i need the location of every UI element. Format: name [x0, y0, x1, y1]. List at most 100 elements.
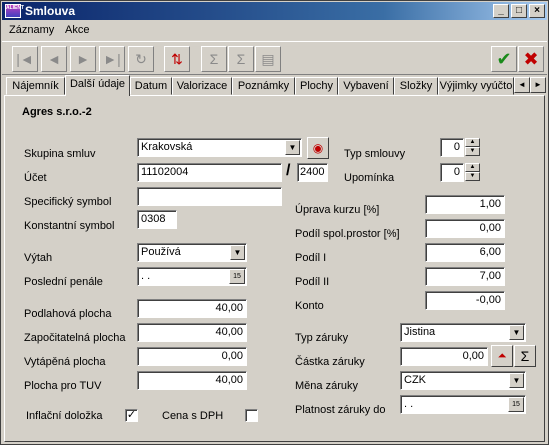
tab-slozky[interactable]: Složky	[394, 77, 438, 95]
spin-up-icon[interactable]: ▲	[465, 163, 480, 172]
tab-plochy[interactable]: Plochy	[295, 77, 338, 95]
skupina-smluv-label: Skupina smluv	[24, 148, 96, 160]
sum-icon[interactable]: Σ	[201, 46, 227, 72]
typ-smlouvy-field[interactable]: 0	[440, 138, 464, 157]
spin-down-icon[interactable]: ▼	[465, 147, 480, 156]
uprava-kurzu-field[interactable]: 1,00	[425, 195, 505, 214]
title-bar[interactable]: ALIENT Smlouva _ □ ×	[2, 2, 547, 20]
cancel-button[interactable]: ✖	[518, 46, 544, 72]
skupina-smluv-combo[interactable]: Krakovská ▼	[137, 138, 302, 157]
skupina-smluv-value: Krakovská	[141, 141, 193, 153]
vytah-label: Výtah	[24, 252, 53, 264]
sort-icon[interactable]: ⇅	[164, 46, 190, 72]
zapocitatelna-plocha-field[interactable]: 40,00	[137, 323, 247, 342]
platnost-zaruky-field[interactable]: . . 15	[400, 395, 526, 414]
ucet-label: Účet	[24, 172, 47, 184]
next-record-icon[interactable]: ►	[70, 46, 96, 72]
tab-datum[interactable]: Datum	[130, 77, 172, 95]
ucet-separator: /	[286, 162, 291, 179]
podil-ii-field[interactable]: 7,00	[425, 267, 505, 286]
close-button[interactable]: ×	[529, 4, 545, 18]
sum-icon[interactable]: Σ	[514, 345, 536, 367]
typ-zaruky-combo[interactable]: Jistina ▼	[400, 323, 526, 342]
upominka-spinner[interactable]: ▲ ▼	[465, 163, 480, 182]
app-icon: ALIENT	[5, 4, 24, 18]
previous-record-icon[interactable]: ◄	[41, 46, 67, 72]
mena-zaruky-combo[interactable]: CZK ▼	[400, 371, 526, 390]
tab-scroll-right[interactable]: ►	[530, 77, 546, 93]
calendar-icon[interactable]: 15	[508, 397, 524, 412]
chevron-down-icon[interactable]: ▼	[509, 373, 524, 388]
bank-code-field[interactable]: 2400	[297, 163, 328, 182]
upominka-label: Upomínka	[344, 172, 395, 184]
specificky-symbol-field[interactable]	[137, 187, 282, 206]
maximize-button[interactable]: □	[511, 4, 527, 18]
tab-scroll-left[interactable]: ◄	[514, 77, 530, 93]
plocha-tuv-field[interactable]: 40,00	[137, 371, 247, 390]
posledni-penale-field[interactable]: . . 15	[137, 267, 247, 286]
castka-zaruky-label: Částka záruky	[295, 356, 365, 368]
platnost-zaruky-value: . .	[404, 398, 414, 410]
konstantni-symbol-field[interactable]: 0308	[137, 210, 177, 229]
cena-s-dph-label: Cena s DPH	[162, 410, 224, 422]
toolbar: |◄ ◄ ► ►| ↻ ⇅ Σ Σ ▤ ✔ ✖	[2, 41, 547, 75]
first-record-icon[interactable]: |◄	[12, 46, 38, 72]
cena-s-dph-checkbox[interactable]	[245, 409, 258, 422]
inflacni-dolozka-checkbox[interactable]: ✓	[125, 409, 138, 422]
tab-dalsi-udaje[interactable]: Další údaje	[65, 75, 130, 96]
podil-i-field[interactable]: 6,00	[425, 243, 505, 262]
dalsi-udaje-panel: Agres s.r.o.-2 Skupina smluv Krakovská ▼…	[4, 95, 545, 442]
menu-zaznamy[interactable]: Záznamy	[9, 24, 54, 36]
tab-najemnik[interactable]: Nájemník	[6, 77, 65, 95]
podlahova-plocha-field[interactable]: 40,00	[137, 299, 247, 318]
posledni-penale-value: . .	[141, 270, 151, 282]
vytapena-plocha-label: Vytápěná plocha	[24, 356, 106, 368]
podil-i-label: Podíl I	[295, 252, 327, 264]
last-record-icon[interactable]: ►|	[99, 46, 125, 72]
upominka-field[interactable]: 0	[440, 163, 464, 182]
tab-vyjimky-vyuctovani[interactable]: Výjimky vyúčto	[438, 77, 514, 95]
typ-zaruky-label: Typ záruky	[295, 332, 349, 344]
konto-label: Konto	[295, 300, 324, 312]
podil-ii-label: Podíl II	[295, 276, 330, 288]
company-name: Agres s.r.o.-2	[22, 106, 92, 118]
tab-poznamky[interactable]: Poznámky	[232, 77, 295, 95]
spin-up-icon[interactable]: ▲	[465, 138, 480, 147]
posledni-penale-label: Poslední penále	[24, 276, 103, 288]
menu-bar: Záznamy Akce	[2, 21, 547, 39]
konto-field: -0,00	[425, 291, 505, 310]
subtotal-icon[interactable]: Σ	[228, 46, 254, 72]
calendar-icon[interactable]: 15	[229, 269, 245, 284]
copy-icon[interactable]: ▤	[255, 46, 281, 72]
smlouva-window: ALIENT Smlouva _ □ × Záznamy Akce |◄ ◄ ►…	[0, 0, 549, 445]
window-title: Smlouva	[25, 4, 76, 18]
castka-zaruky-field[interactable]: 0,00	[400, 347, 488, 366]
chevron-down-icon[interactable]: ▼	[509, 325, 524, 340]
vytah-combo[interactable]: Používá ▼	[137, 243, 247, 262]
podil-spol-label: Podíl spol.prostor [%]	[295, 228, 400, 240]
ok-button[interactable]: ✔	[491, 46, 517, 72]
zapocitatelna-plocha-label: Započitatelná plocha	[24, 332, 126, 344]
tab-valorizace[interactable]: Valorizace	[172, 77, 232, 95]
minimize-button[interactable]: _	[493, 4, 509, 18]
chevron-down-icon[interactable]: ▼	[230, 245, 245, 260]
uprava-kurzu-label: Úprava kurzu [%]	[295, 204, 380, 216]
chart-icon[interactable]: ⏶	[491, 345, 513, 367]
tab-vybaveni[interactable]: Vybavení	[338, 77, 394, 95]
typ-smlouvy-spinner[interactable]: ▲ ▼	[465, 138, 480, 157]
spin-down-icon[interactable]: ▼	[465, 172, 480, 181]
specificky-symbol-label: Specifický symbol	[24, 196, 112, 208]
plocha-tuv-label: Plocha pro TUV	[24, 380, 102, 392]
menu-akce[interactable]: Akce	[65, 24, 89, 36]
ucet-field[interactable]: 11102004	[137, 163, 282, 182]
inflacni-dolozka-label: Inflační doložka	[26, 410, 103, 422]
konstantni-symbol-label: Konstantní symbol	[24, 220, 115, 232]
chevron-down-icon[interactable]: ▼	[285, 140, 300, 155]
lookup-icon[interactable]: ◉	[307, 137, 329, 159]
vytapena-plocha-field[interactable]: 0,00	[137, 347, 247, 366]
refresh-icon[interactable]: ↻	[128, 46, 154, 72]
typ-smlouvy-label: Typ smlouvy	[344, 148, 406, 160]
typ-zaruky-value: Jistina	[404, 326, 436, 338]
podil-spol-field[interactable]: 0,00	[425, 219, 505, 238]
platnost-zaruky-label: Platnost záruky do	[295, 404, 386, 416]
